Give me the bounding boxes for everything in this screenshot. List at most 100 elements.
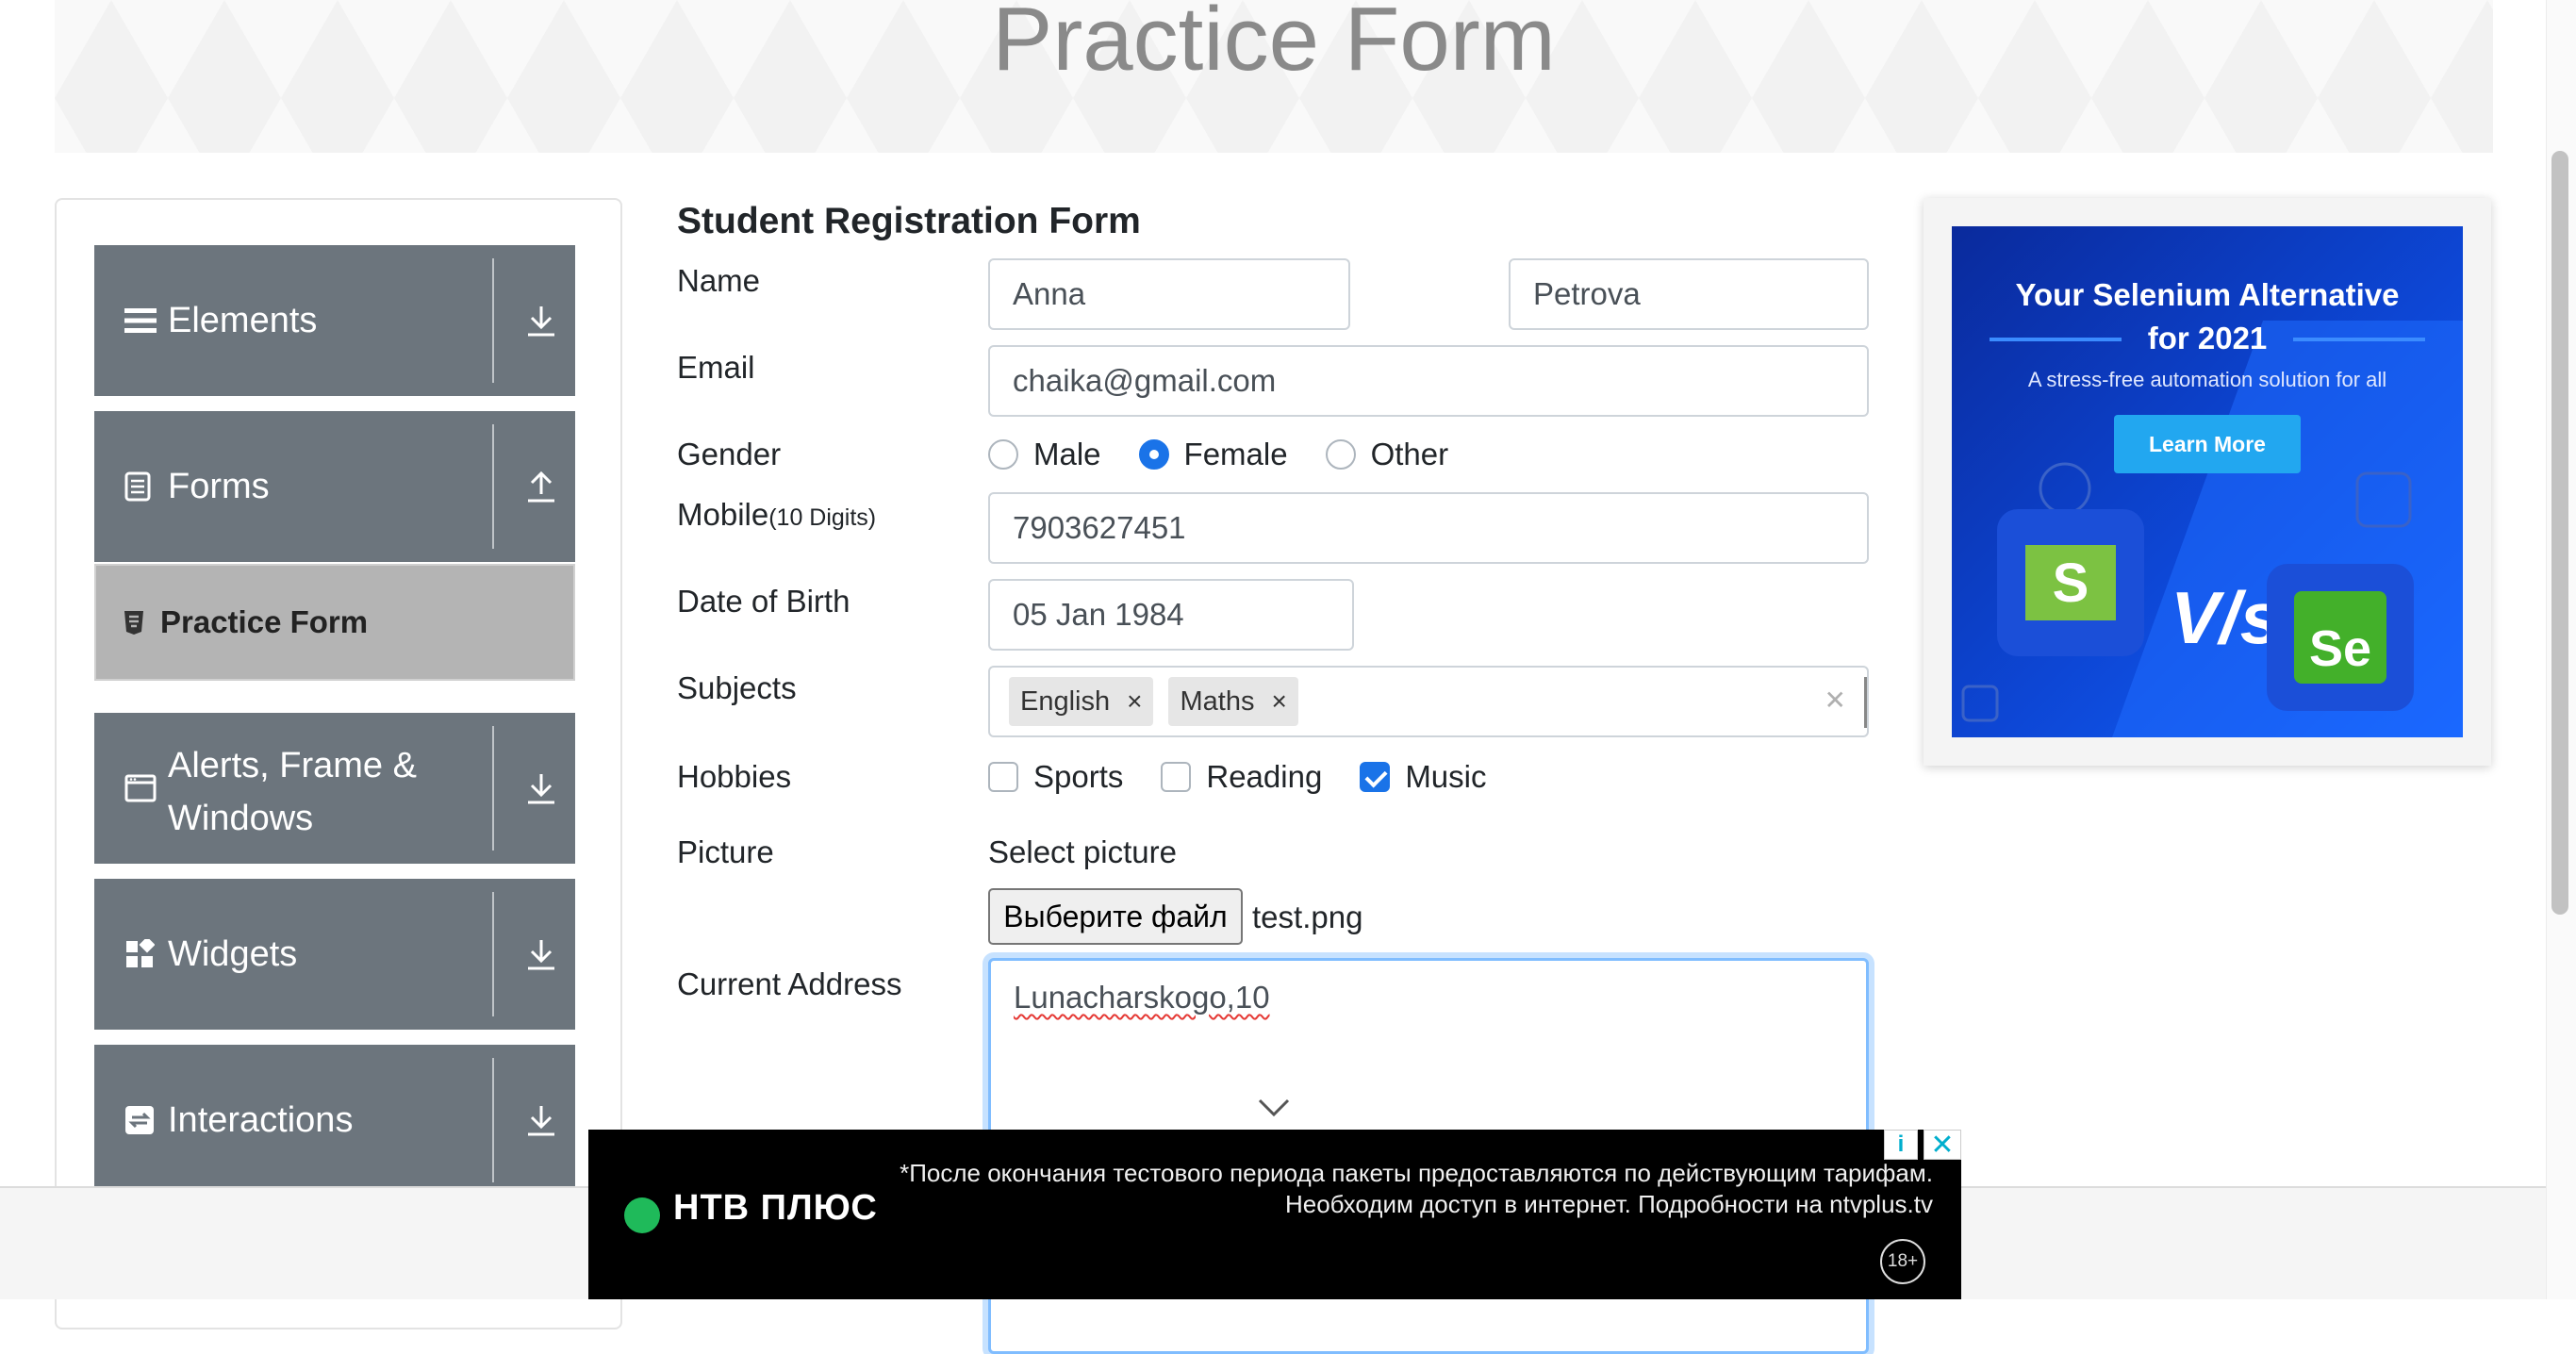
ntv-logo-dot-icon <box>624 1197 660 1233</box>
label-line: Alerts, Frame & <box>168 746 417 785</box>
divider <box>492 892 494 1016</box>
chip-label: Maths <box>1180 685 1255 717</box>
picture-label: Picture <box>677 834 774 869</box>
chip-remove-icon[interactable]: × <box>1271 686 1286 717</box>
last-name-input[interactable]: Petrova <box>1509 258 1869 330</box>
mobile-hint: (10 Digits) <box>768 504 877 531</box>
ad-subtitle: A stress-free automation solution for al… <box>2027 368 2387 391</box>
hobbies-label: Hobbies <box>677 759 792 794</box>
checkbox-reading[interactable] <box>1161 762 1192 792</box>
hobby-option-reading[interactable]: Reading <box>1161 759 1322 795</box>
ad-title-line: for 2021 <box>2147 321 2268 355</box>
gender-option-other[interactable]: Other <box>1325 437 1449 472</box>
sidebar-group-label: Elements <box>168 300 318 340</box>
ad-frame: Your Selenium Alternative for 2021 A str… <box>1924 198 2491 766</box>
email-input[interactable]: chaika@gmail.com <box>988 345 1869 417</box>
sidebar-item-practice-form[interactable]: Practice Form <box>94 564 575 681</box>
sidebar-group-widgets[interactable]: Widgets <box>94 879 575 1030</box>
disclaimer-line: Необходим доступ в интернет. Подробности… <box>1284 1190 1933 1218</box>
label-line: Windows <box>168 799 314 838</box>
name-label: Name <box>677 263 761 298</box>
download-arrow-icon[interactable] <box>520 245 562 396</box>
sidebar-group-elements[interactable]: Elements <box>94 245 575 396</box>
swap-icon <box>124 1045 155 1196</box>
address-text: Lunacharskogo,10 <box>1014 980 1270 1015</box>
sidebar-group-label: Forms <box>168 466 270 506</box>
subjects-input[interactable]: English × Maths × ✕ <box>988 666 1869 737</box>
checkbox-sports[interactable] <box>988 762 1018 792</box>
divider <box>1864 677 1867 728</box>
divider <box>492 726 494 850</box>
widgets-icon <box>124 879 155 1030</box>
ad-title-line: Your Selenium Alternative <box>2015 277 2400 312</box>
sidebar-item-label: Practice Form <box>160 604 369 639</box>
subjects-label: Subjects <box>677 670 797 705</box>
mobile-label: Mobile(10 Digits) <box>677 496 876 537</box>
selected-file-name: test.png <box>1252 900 1363 934</box>
scrollbar-thumb[interactable] <box>2551 151 2568 915</box>
hamburger-icon <box>124 245 157 396</box>
download-arrow-icon[interactable] <box>520 713 562 864</box>
choose-file-button[interactable]: Выберите файл <box>988 888 1243 945</box>
divider <box>492 258 494 383</box>
subject-chip: Maths × <box>1168 677 1298 726</box>
sidebar-group-interactions[interactable]: Interactions <box>94 1045 575 1196</box>
email-label: Email <box>677 350 755 385</box>
radio-label: Other <box>1370 437 1449 471</box>
sidebar-group-label: Widgets <box>168 933 298 974</box>
mobile-input[interactable]: 7903627451 <box>988 492 1869 564</box>
ad-info-icon[interactable]: i <box>1884 1130 1918 1160</box>
first-name-input[interactable]: Anna <box>988 258 1350 330</box>
checkbox-music[interactable] <box>1360 762 1391 792</box>
radio-label: Female <box>1183 437 1288 471</box>
chevron-down-icon[interactable] <box>1257 1098 1291 1123</box>
selenium-logo-icon: Se <box>2267 564 2414 711</box>
radio-male[interactable] <box>988 439 1018 470</box>
dob-label: Date of Birth <box>677 584 850 619</box>
form-title: Student Registration Form <box>677 201 1141 241</box>
chip-remove-icon[interactable]: × <box>1127 686 1142 717</box>
hobby-option-sports[interactable]: Sports <box>988 759 1123 795</box>
ad-disclaimer: *После окончания тестового периода пакет… <box>896 1158 1933 1220</box>
download-arrow-icon[interactable] <box>520 1045 562 1196</box>
divider <box>492 424 494 549</box>
hobby-option-music[interactable]: Music <box>1360 759 1487 795</box>
hobbies-checkbox-group: Sports Reading Music <box>988 758 1525 796</box>
sidebar-group-label: Interactions <box>168 1099 354 1140</box>
upload-arrow-icon[interactable] <box>520 411 562 562</box>
sidebar-group-forms[interactable]: Forms <box>94 411 575 562</box>
page-title: Practice Form <box>992 0 1556 90</box>
sidebar-group-alerts-frame-windows[interactable]: Alerts, Frame & Windows <box>94 713 575 864</box>
radio-other[interactable] <box>1325 439 1356 470</box>
clear-all-icon[interactable]: ✕ <box>1825 685 1846 716</box>
versus-text: V/s <box>2171 576 2282 659</box>
bottom-banner-ad[interactable]: НТВ ПЛЮС *После окончания тестового пери… <box>588 1130 1961 1299</box>
header-banner: Practice Form <box>55 0 2493 153</box>
download-arrow-icon[interactable] <box>520 879 562 1030</box>
ad-close-icon[interactable]: ✕ <box>1924 1130 1961 1161</box>
select-picture-label: Select picture <box>988 834 1177 869</box>
sidebar-group-label: Alerts, Frame & Windows <box>168 717 417 867</box>
divider <box>492 1058 494 1182</box>
checkbox-label: Reading <box>1206 759 1323 794</box>
radio-female[interactable] <box>1138 439 1169 470</box>
chip-label: English <box>1020 685 1111 717</box>
katalon-logo-icon: S <box>1997 509 2144 656</box>
logo-left-text: S <box>2025 545 2116 620</box>
gender-option-female[interactable]: Female <box>1138 437 1288 472</box>
subject-chip: English × <box>1009 677 1154 726</box>
age-rating-badge: 18+ <box>1880 1239 1925 1284</box>
gender-label: Gender <box>677 437 782 471</box>
dob-input[interactable]: 05 Jan 1984 <box>988 579 1354 651</box>
ad-title: Your Selenium Alternative for 2021 <box>1952 273 2463 360</box>
logo-right-text: Se <box>2294 591 2386 684</box>
window-icon <box>124 713 157 864</box>
learn-more-button[interactable]: Learn More <box>2114 415 2301 473</box>
gender-option-male[interactable]: Male <box>988 437 1101 472</box>
current-address-label: Current Address <box>677 966 902 1001</box>
radio-label: Male <box>1033 437 1101 471</box>
selenium-alternative-ad[interactable]: Your Selenium Alternative for 2021 A str… <box>1952 226 2463 737</box>
ad-brand: НТВ ПЛЮС <box>673 1188 878 1228</box>
gender-radio-group: Male Female Other <box>988 436 1486 473</box>
checkbox-label: Music <box>1405 759 1487 794</box>
